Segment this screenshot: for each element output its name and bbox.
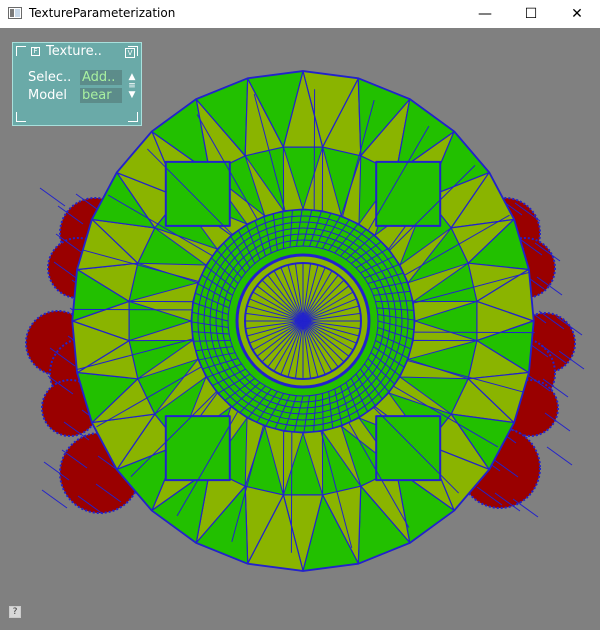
close-button[interactable]: ✕ <box>554 0 600 28</box>
panel-header[interactable]: F Texture.. V <box>29 44 135 59</box>
model-label: Model <box>28 88 68 103</box>
collapse-icon[interactable]: V <box>125 48 135 58</box>
select-field[interactable]: Add.. <box>80 70 122 85</box>
pin-icon[interactable]: F <box>31 47 40 56</box>
window-title: TextureParameterization <box>29 6 176 20</box>
app-window-icon <box>8 7 22 19</box>
model-field[interactable]: bear <box>80 88 122 103</box>
minimize-button[interactable]: — <box>462 0 508 28</box>
select-label: Selec.. <box>28 70 72 85</box>
parameterized-mesh <box>71 70 535 572</box>
panel-corner <box>128 112 138 122</box>
help-icon[interactable]: ? <box>9 606 21 618</box>
maximize-button[interactable]: ☐ <box>508 0 554 28</box>
scroll-down-icon[interactable]: ▼ <box>126 91 138 100</box>
panel-corner <box>16 112 26 122</box>
panel-title: Texture.. <box>46 44 102 59</box>
panel-scrollbar[interactable]: ▲ ≡ ▼ <box>126 73 138 109</box>
title-bar: TextureParameterization — ☐ ✕ <box>0 0 600 28</box>
panel-corner <box>16 46 26 56</box>
gui-panel[interactable]: F Texture.. V Selec.. Add.. Model bear ▲… <box>12 42 142 126</box>
